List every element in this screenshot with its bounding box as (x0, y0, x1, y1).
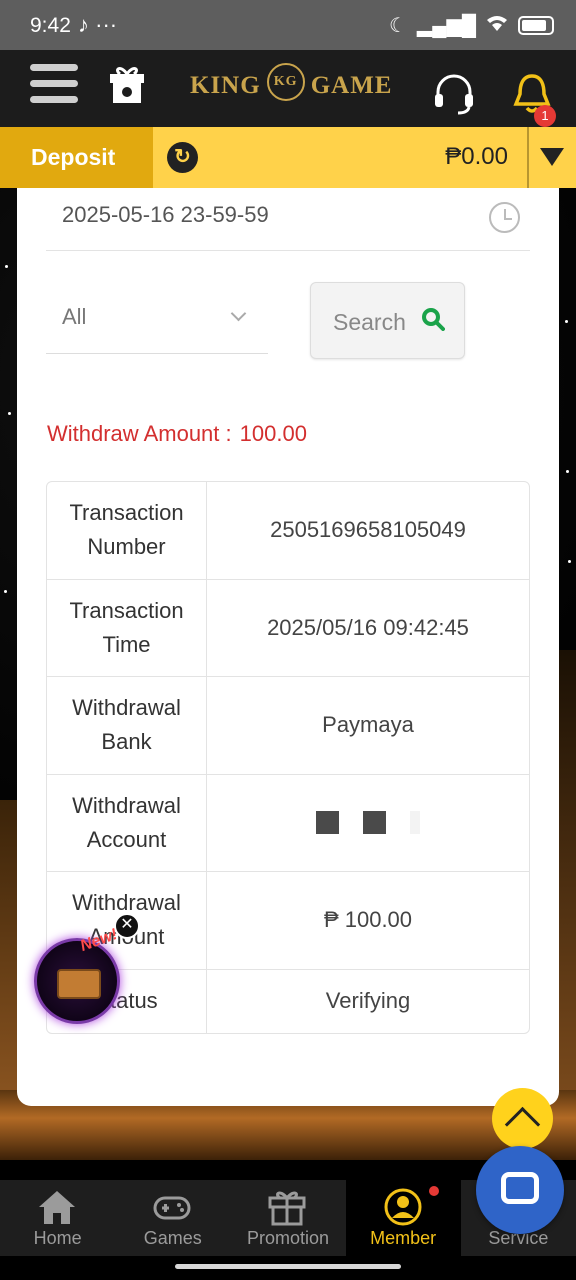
headset-icon[interactable] (432, 72, 476, 116)
row-label: Transaction Time (47, 579, 207, 676)
status-time: 9:42 (30, 14, 71, 37)
clock-icon[interactable] (489, 202, 520, 233)
type-select[interactable]: All (46, 280, 268, 354)
star-decoration (8, 412, 11, 415)
treasure-chest-promo[interactable] (34, 938, 120, 1024)
balance-divider (527, 127, 529, 188)
wifi-icon (486, 14, 508, 38)
logo-monogram: KG (266, 63, 305, 102)
city-decoration-left (0, 800, 18, 1100)
home-icon (39, 1191, 75, 1224)
nav-label: Home (33, 1228, 82, 1248)
refresh-icon[interactable]: ↻ (167, 142, 198, 173)
search-button-label: Search (333, 309, 406, 335)
nav-label: Games (143, 1228, 202, 1248)
member-icon (384, 1188, 422, 1226)
status-right-icons: ☾ ▂▄▆█ (389, 13, 554, 38)
dropdown-arrow-icon[interactable] (540, 148, 564, 166)
row-value: ₱ 100.00 (323, 907, 413, 933)
gesture-bar (0, 1256, 576, 1280)
row-label: Withdrawal Account (47, 774, 207, 871)
gift-icon[interactable] (108, 64, 146, 104)
chat-icon (501, 1172, 539, 1204)
search-button[interactable]: Search (310, 282, 465, 359)
menu-icon[interactable] (30, 64, 78, 112)
row-value: Verifying (325, 988, 411, 1013)
close-icon[interactable]: ✕ (114, 913, 140, 939)
table-row: Transaction Time 2025/05/16 09:42:45 (47, 579, 529, 677)
masked-account (316, 811, 420, 835)
nav-item-member[interactable]: Member (345, 1180, 461, 1256)
status-bar: 9:42 ♪ ··· ☾ ▂▄▆█ (0, 0, 576, 50)
row-label: Withdrawal Bank (47, 677, 207, 774)
star-decoration (566, 470, 569, 473)
battery-icon (518, 16, 554, 35)
row-value: 2505169658105049 (270, 517, 466, 543)
notification-badge: 1 (534, 105, 556, 127)
treasure-chest-icon (57, 969, 101, 999)
withdraw-amount-value: 100.00 (239, 421, 307, 446)
row-label: Transaction Number (47, 482, 207, 579)
star-decoration (4, 590, 7, 593)
star-decoration (568, 560, 571, 563)
star-decoration (565, 320, 568, 323)
deposit-bar: Deposit ↻ ₱0.00 (0, 127, 576, 188)
status-app-icons: ♪ ··· (78, 12, 118, 37)
table-row: Withdrawal Bank Paymaya (47, 677, 529, 775)
app-logo: KING KG GAME (190, 63, 393, 102)
search-icon (422, 308, 445, 331)
moon-icon: ☾ (388, 15, 407, 37)
chevron-down-icon (230, 305, 247, 322)
city-decoration-right (558, 650, 576, 1100)
table-row: Transaction Number 2505169658105049 (47, 482, 529, 580)
end-date-field[interactable]: 2025-05-16 23-59-59 (46, 188, 530, 251)
nav-item-home[interactable]: Home (0, 1180, 115, 1256)
nav-label: Promotion (246, 1228, 329, 1248)
star-decoration (5, 265, 8, 268)
nav-label: Member (370, 1228, 437, 1248)
member-notification-dot (428, 1186, 439, 1196)
balance-amount: ₱0.00 (445, 143, 508, 170)
table-row: Withdrawal Account (47, 774, 529, 872)
gift-icon (268, 1191, 306, 1226)
withdraw-amount-summary: Withdraw Amount : 100.00 (47, 421, 307, 447)
deposit-button[interactable]: Deposit (0, 127, 153, 188)
nav-item-games[interactable]: Games (115, 1180, 230, 1256)
row-value: Paymaya (322, 712, 414, 738)
gamepad-icon (153, 1196, 191, 1220)
nav-item-promotion[interactable]: Promotion (230, 1180, 345, 1256)
end-date-value: 2025-05-16 23-59-59 (62, 202, 269, 227)
logo-text-right: GAME (310, 72, 393, 99)
type-select-value: All (62, 304, 87, 329)
signal-icon: ▂▄▆█ (416, 15, 476, 37)
back-to-top-button[interactable] (492, 1088, 553, 1149)
live-chat-button[interactable] (476, 1146, 564, 1234)
row-value-masked (207, 775, 529, 872)
logo-text-left: KING (190, 72, 261, 99)
transaction-detail-table: Transaction Number 2505169658105049 Tran… (46, 481, 530, 1034)
row-value: 2025/05/16 09:42:45 (267, 614, 469, 640)
withdraw-amount-label: Withdraw Amount : (47, 421, 232, 446)
app-header: KING KG GAME 1 (0, 50, 576, 127)
